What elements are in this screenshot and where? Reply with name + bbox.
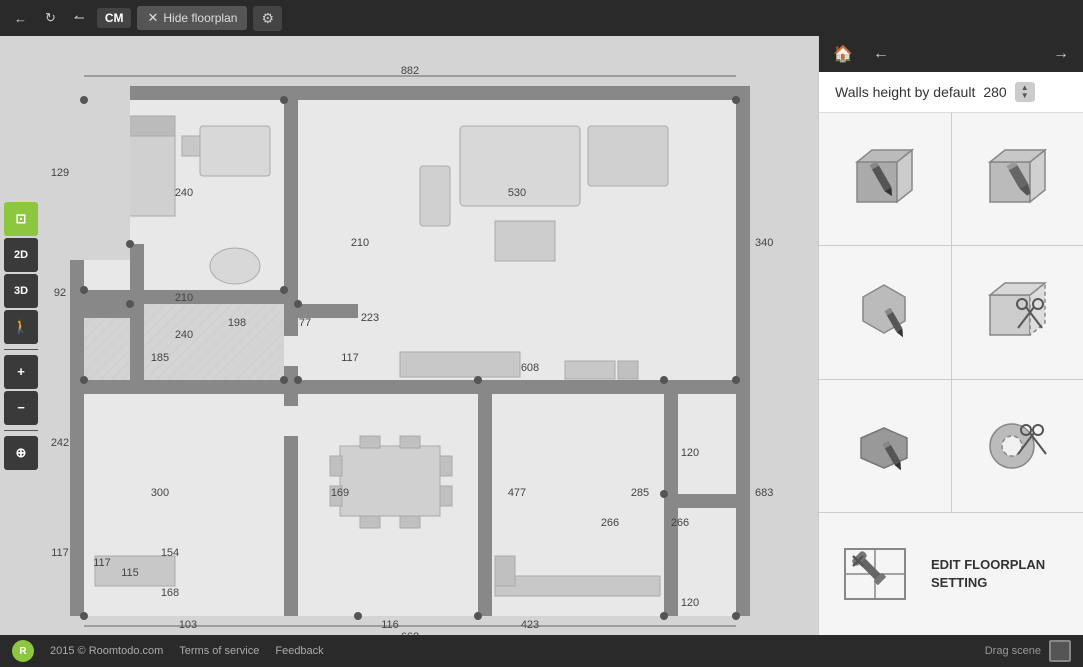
edit-floorplan-label: EDIT FLOORPLAN SETTING bbox=[931, 556, 1067, 592]
svg-text:210: 210 bbox=[175, 292, 193, 304]
hide-icon: ✕ bbox=[147, 10, 158, 26]
svg-text:683: 683 bbox=[755, 487, 773, 499]
settings-button[interactable]: ⚙ bbox=[253, 6, 282, 31]
right-panel-header: 🏠 ← → bbox=[819, 36, 1083, 72]
edit-floorplan-tool[interactable]: EDIT FLOORPLAN SETTING bbox=[819, 513, 1083, 635]
edit-floorplan-icon-wrap bbox=[835, 534, 915, 614]
svg-text:266: 266 bbox=[601, 517, 619, 529]
svg-text:340: 340 bbox=[755, 237, 773, 249]
walls-height-value: 280 bbox=[983, 84, 1006, 100]
svg-text:240: 240 bbox=[175, 187, 193, 199]
feedback-link[interactable]: Feedback bbox=[275, 645, 323, 657]
svg-text:129: 129 bbox=[51, 167, 69, 179]
floor-cut-tool[interactable] bbox=[952, 380, 1083, 512]
floor-cut-icon-wrap bbox=[977, 406, 1057, 486]
walk-tool-button[interactable]: 🚶 bbox=[4, 310, 38, 344]
floorplan-svg: 882 668 129 92 242 117 340 683 240 530 2… bbox=[40, 66, 780, 635]
svg-text:116: 116 bbox=[381, 619, 399, 631]
svg-text:169: 169 bbox=[331, 487, 349, 499]
svg-text:530: 530 bbox=[508, 187, 526, 199]
toolbar-divider bbox=[4, 349, 38, 350]
terms-link[interactable]: Terms of service bbox=[179, 645, 259, 657]
svg-text:117: 117 bbox=[51, 547, 69, 559]
wall-shape-tool[interactable] bbox=[819, 246, 951, 378]
toolbar-divider-2 bbox=[4, 430, 38, 431]
left-toolbar: ⊡ 2D 3D 🚶 + − ⊕ bbox=[0, 198, 42, 474]
svg-text:185: 185 bbox=[151, 352, 169, 364]
svg-text:242: 242 bbox=[51, 437, 69, 449]
svg-text:882: 882 bbox=[401, 66, 419, 77]
3d-tool-button[interactable]: 3D bbox=[4, 274, 38, 308]
wall-cut-icon bbox=[980, 275, 1055, 350]
svg-text:117: 117 bbox=[341, 352, 359, 364]
drag-scene-label: Drag scene bbox=[985, 645, 1041, 657]
redo2-button[interactable]: ↼ bbox=[68, 6, 91, 30]
wall-edit-icon-wrap bbox=[845, 139, 925, 219]
walls-height-bar: Walls height by default 280 ▲ ▼ bbox=[819, 72, 1083, 113]
svg-text:154: 154 bbox=[161, 547, 179, 559]
wall-edit-tool[interactable] bbox=[819, 113, 951, 245]
footer: R 2015 © Roomtodo.com Terms of service F… bbox=[0, 635, 1083, 667]
unit-button[interactable]: CM bbox=[97, 8, 132, 28]
zoom-out-button[interactable]: − bbox=[4, 391, 38, 425]
wall-shape-icon-wrap bbox=[845, 272, 925, 352]
right-panel: 🏠 ← → Walls height by default 280 ▲ ▼ bbox=[818, 36, 1083, 635]
floor-cut-icon bbox=[980, 408, 1055, 483]
svg-text:608: 608 bbox=[521, 362, 539, 374]
home-button[interactable]: 🏠 bbox=[827, 40, 859, 68]
svg-text:210: 210 bbox=[351, 237, 369, 249]
svg-text:477: 477 bbox=[508, 487, 526, 499]
wall-edit-icon bbox=[847, 142, 922, 217]
fit-button[interactable]: ⊕ bbox=[4, 436, 38, 470]
drag-scene: Drag scene bbox=[985, 640, 1071, 662]
svg-text:300: 300 bbox=[151, 487, 169, 499]
wall-cut-tool[interactable] bbox=[952, 246, 1083, 378]
undo-button[interactable]: ← bbox=[8, 7, 33, 30]
drag-icon bbox=[1049, 640, 1071, 662]
wall-color-icon-wrap bbox=[977, 139, 1057, 219]
svg-text:117: 117 bbox=[93, 557, 111, 569]
svg-text:168: 168 bbox=[161, 587, 179, 599]
svg-text:120: 120 bbox=[681, 447, 699, 459]
tool-grid: EDIT FLOORPLAN SETTING bbox=[819, 113, 1083, 635]
hide-floorplan-button[interactable]: ✕ Hide floorplan bbox=[137, 6, 247, 30]
wall-cut-icon-wrap bbox=[977, 272, 1057, 352]
wall-color-icon bbox=[980, 142, 1055, 217]
floor-edit-tool[interactable] bbox=[819, 380, 951, 512]
wall-shape-icon bbox=[847, 275, 922, 350]
svg-text:240: 240 bbox=[175, 329, 193, 341]
walls-height-label: Walls height by default bbox=[835, 84, 975, 100]
2d-tool-button[interactable]: 2D bbox=[4, 238, 38, 272]
svg-text:285: 285 bbox=[631, 487, 649, 499]
zoom-in-button[interactable]: + bbox=[4, 355, 38, 389]
redo-button[interactable]: ↻ bbox=[39, 6, 62, 30]
back-button[interactable]: ← bbox=[867, 41, 895, 67]
svg-text:77: 77 bbox=[299, 317, 311, 329]
svg-text:103: 103 bbox=[179, 619, 197, 631]
svg-text:668: 668 bbox=[401, 631, 419, 635]
top-toolbar: ← ↻ ↼ CM ✕ Hide floorplan ⚙ bbox=[0, 0, 1083, 36]
svg-text:423: 423 bbox=[521, 619, 539, 631]
svg-text:266: 266 bbox=[671, 517, 689, 529]
height-spinner[interactable]: ▲ ▼ bbox=[1015, 82, 1035, 102]
svg-text:120: 120 bbox=[681, 597, 699, 609]
svg-text:92: 92 bbox=[54, 287, 66, 299]
svg-text:223: 223 bbox=[361, 312, 379, 324]
wall-color-tool[interactable] bbox=[952, 113, 1083, 245]
canvas-area[interactable]: ⊡ 2D 3D 🚶 + − ⊕ bbox=[0, 36, 818, 635]
floor-edit-icon bbox=[847, 408, 922, 483]
spinner-down-icon: ▼ bbox=[1021, 92, 1029, 100]
forward-button[interactable]: → bbox=[1047, 41, 1075, 67]
main-area: ⊡ 2D 3D 🚶 + − ⊕ bbox=[0, 36, 1083, 635]
svg-text:115: 115 bbox=[121, 567, 139, 579]
copyright: 2015 © Roomtodo.com bbox=[50, 645, 163, 657]
floor-edit-icon-wrap bbox=[845, 406, 925, 486]
edit-floorplan-icon bbox=[835, 534, 915, 614]
logo: R bbox=[12, 640, 34, 662]
select-tool-button[interactable]: ⊡ bbox=[4, 202, 38, 236]
svg-text:198: 198 bbox=[228, 317, 246, 329]
